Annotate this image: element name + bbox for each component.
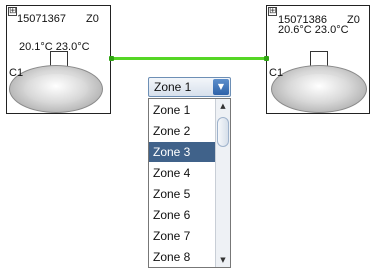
scroll-thumb[interactable] [217,117,229,147]
zone-option[interactable]: Zone 1 [149,100,215,120]
channel-label: C1 [9,67,24,79]
scroll-down-arrow-icon[interactable]: ▼ [217,254,229,266]
channel-label: C1 [269,67,284,79]
link-endpoint[interactable] [109,56,114,61]
zone-option[interactable]: Zone 7 [149,226,215,246]
zone-option[interactable]: Zone 2 [149,121,215,141]
node-zone: Z0 [86,13,99,25]
expand-icon[interactable]: ⊞ [268,7,277,16]
list-scrollbar[interactable]: ▲ ▼ [215,99,230,267]
zone-select-value: Zone 1 [154,80,192,94]
zone-option[interactable]: Zone 6 [149,205,215,225]
thermostat-device-icon [9,65,103,113]
link-endpoint[interactable] [264,56,269,61]
chevron-down-icon[interactable]: ▼ [213,79,229,95]
zone-select[interactable]: Zone 1 ▼ [148,77,231,97]
zone-options-list[interactable]: Zone 1 Zone 2 Zone 3 Zone 4 Zone 5 Zone … [148,98,231,268]
thermostat-device-icon [271,65,367,113]
scroll-up-arrow-icon[interactable]: ▲ [217,100,229,112]
expand-icon[interactable]: ⊞ [8,7,17,16]
zone-option[interactable]: Zone 4 [149,163,215,183]
node-temperatures: 20.6°C 23.0°C [278,24,349,36]
zone-option[interactable]: Zone 5 [149,184,215,204]
zone-option[interactable]: Zone 8 [149,247,215,267]
node-id: 15071367 [17,13,66,25]
sensor-node-left[interactable]: ⊞ 15071367 Z0 20.1°C 23.0°C C1 [6,5,111,114]
sensor-node-right[interactable]: ⊞ 15071386 Z0 20.6°C 23.0°C C1 [266,5,370,114]
connection-link[interactable] [109,56,269,61]
zone-option-highlighted[interactable]: Zone 3 [149,142,215,162]
